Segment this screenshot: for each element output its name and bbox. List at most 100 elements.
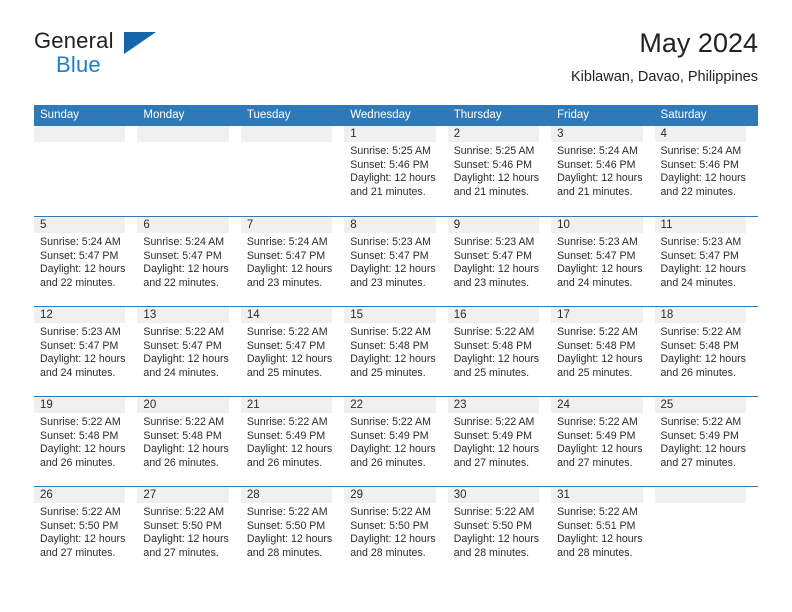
daylight-text-cont: and 27 minutes.: [557, 456, 633, 469]
day-cell-26[interactable]: 26 Sunrise: 5:22 AM Sunset: 5:50 PM Dayligh…: [34, 487, 137, 576]
day-number-band: 1: [344, 126, 436, 142]
daylight-text-cont: and 26 minutes.: [40, 456, 116, 469]
sunrise-text: Sunrise: 5:22 AM: [660, 416, 742, 428]
day-number: 4: [660, 128, 667, 140]
sunrise-text: Sunrise: 5:22 AM: [557, 506, 638, 518]
day-cell-5[interactable]: 5 Sunrise: 5:24 AM Sunset: 5:47 PM Daylight…: [34, 217, 137, 306]
day-cell-24[interactable]: 24 Sunrise: 5:22 AM Sunset: 5:49 PM Dayligh…: [551, 397, 654, 486]
daylight-text: Daylight: 12 hours: [350, 263, 436, 276]
sunset-text: Sunset: 5:46 PM: [453, 158, 533, 171]
day-cell-2[interactable]: 2 Sunrise: 5:25 AM Sunset: 5:46 PM Daylight…: [447, 126, 551, 216]
daylight-text-cont: and 28 minutes.: [557, 546, 633, 559]
sunset-text: Sunset: 5:46 PM: [557, 158, 636, 171]
day-cell-7[interactable]: 7 Sunrise: 5:24 AM Sunset: 5:47 PM Daylight…: [240, 217, 344, 306]
day-cell-12[interactable]: 12 Sunrise: 5:23 AM Sunset: 5:47 PM Dayligh…: [34, 307, 137, 396]
day-details: [137, 142, 234, 145]
sunrise-text: Sunrise: 5:22 AM: [143, 416, 225, 428]
day-number-band: 19: [34, 397, 126, 413]
day-cell-23[interactable]: 23 Sunrise: 5:22 AM Sunset: 5:49 PM Dayligh…: [447, 397, 551, 486]
day-cell-21[interactable]: 21 Sunrise: 5:22 AM Sunset: 5:49 PM Dayligh…: [240, 397, 344, 486]
day-cell-15[interactable]: 15 Sunrise: 5:22 AM Sunset: 5:48 PM Dayligh…: [344, 307, 447, 396]
day-cell-6[interactable]: 6 Sunrise: 5:24 AM Sunset: 5:47 PM Daylight…: [137, 217, 240, 306]
day-number: 6: [143, 219, 150, 231]
day-cell-3[interactable]: 3 Sunrise: 5:24 AM Sunset: 5:46 PM Daylight…: [551, 126, 654, 216]
day-number: 7: [246, 219, 254, 231]
daylight-text-cont: and 23 minutes.: [246, 276, 323, 289]
day-cell-30[interactable]: 30 Sunrise: 5:22 AM Sunset: 5:50 PM Dayligh…: [447, 487, 551, 576]
page-header: General Blue May 2024 Kiblawan, Davao, P…: [34, 26, 758, 98]
daylight-text: Daylight: 12 hours: [246, 443, 333, 456]
sunset-text: Sunset: 5:47 PM: [40, 339, 119, 352]
day-cell-empty: [34, 126, 137, 216]
day-number-band: 16: [447, 307, 540, 323]
day-cell-14[interactable]: 14 Sunrise: 5:22 AM Sunset: 5:47 PM Dayligh…: [240, 307, 344, 396]
daylight-text: Daylight: 12 hours: [453, 533, 540, 546]
daylight-text-cont: and 28 minutes.: [350, 546, 426, 559]
day-cell-11[interactable]: 11 Sunrise: 5:23 AM Sunset: 5:47 PM Dayligh…: [654, 217, 758, 306]
sunset-text: Sunset: 5:48 PM: [660, 339, 739, 352]
day-cell-27[interactable]: 27 Sunrise: 5:22 AM Sunset: 5:50 PM Dayligh…: [137, 487, 240, 576]
sunset-text: Sunset: 5:47 PM: [557, 249, 636, 262]
day-cell-9[interactable]: 9 Sunrise: 5:23 AM Sunset: 5:47 PM Daylight…: [447, 217, 551, 306]
daylight-text-cont: and 22 minutes.: [40, 276, 116, 289]
calendar-week-row: 5 Sunrise: 5:24 AM Sunset: 5:47 PM Daylight…: [34, 216, 758, 306]
day-cell-19[interactable]: 19 Sunrise: 5:22 AM Sunset: 5:48 PM Dayligh…: [34, 397, 137, 486]
sunset-text: Sunset: 5:47 PM: [350, 249, 429, 262]
daylight-text: Daylight: 12 hours: [246, 263, 333, 276]
day-number: 24: [557, 399, 570, 411]
day-cell-13[interactable]: 13 Sunrise: 5:22 AM Sunset: 5:47 PM Dayligh…: [137, 307, 240, 396]
daylight-text: Daylight: 12 hours: [557, 353, 643, 366]
day-cell-22[interactable]: 22 Sunrise: 5:22 AM Sunset: 5:49 PM Dayligh…: [344, 397, 447, 486]
day-cell-18[interactable]: 18 Sunrise: 5:22 AM Sunset: 5:48 PM Dayligh…: [654, 307, 758, 396]
daylight-text: Daylight: 12 hours: [557, 443, 643, 456]
day-cell-1[interactable]: 1 Sunrise: 5:25 AM Sunset: 5:46 PM Daylight…: [344, 126, 447, 216]
sunrise-text: Sunrise: 5:25 AM: [453, 145, 535, 157]
day-number: 26: [40, 489, 53, 501]
daylight-text-cont: and 24 minutes.: [40, 366, 116, 379]
day-number: 1: [350, 128, 357, 140]
day-cell-25[interactable]: 25 Sunrise: 5:22 AM Sunset: 5:49 PM Dayligh…: [654, 397, 758, 486]
daylight-text-cont: and 24 minutes.: [143, 366, 219, 379]
day-details: Sunrise: 5:24 AM Sunset: 5:46 PM Daylight:…: [551, 142, 648, 199]
day-cell-4[interactable]: 4 Sunrise: 5:24 AM Sunset: 5:46 PM Daylight…: [654, 126, 758, 216]
day-cell-16[interactable]: 16 Sunrise: 5:22 AM Sunset: 5:48 PM Dayligh…: [447, 307, 551, 396]
sunrise-text: Sunrise: 5:22 AM: [246, 506, 328, 518]
day-details: Sunrise: 5:23 AM Sunset: 5:47 PM Daylight:…: [344, 233, 441, 290]
weekday-header-thursday: Thursday: [453, 109, 502, 121]
day-details: Sunrise: 5:22 AM Sunset: 5:47 PM Daylight:…: [137, 323, 234, 380]
day-cell-29[interactable]: 29 Sunrise: 5:22 AM Sunset: 5:50 PM Dayligh…: [344, 487, 447, 576]
day-number: 3: [557, 128, 564, 140]
daylight-text: Daylight: 12 hours: [453, 172, 540, 185]
day-details: Sunrise: 5:22 AM Sunset: 5:49 PM Daylight:…: [241, 413, 338, 470]
daylight-text: Daylight: 12 hours: [143, 533, 229, 546]
daylight-text: Daylight: 12 hours: [350, 172, 436, 185]
sunrise-text: Sunrise: 5:22 AM: [40, 416, 121, 428]
daylight-text: Daylight: 12 hours: [350, 533, 436, 546]
sunrise-text: Sunrise: 5:25 AM: [350, 145, 431, 157]
day-cell-20[interactable]: 20 Sunrise: 5:22 AM Sunset: 5:48 PM Dayligh…: [137, 397, 240, 486]
day-cell-17[interactable]: 17 Sunrise: 5:22 AM Sunset: 5:48 PM Dayligh…: [551, 307, 654, 396]
daylight-text-cont: and 25 minutes.: [557, 366, 633, 379]
day-number-band: 6: [137, 217, 229, 233]
daylight-text-cont: and 28 minutes.: [453, 546, 530, 559]
day-number-band: 9: [447, 217, 540, 233]
day-cell-28[interactable]: 28 Sunrise: 5:22 AM Sunset: 5:50 PM Dayligh…: [240, 487, 344, 576]
day-cell-8[interactable]: 8 Sunrise: 5:23 AM Sunset: 5:47 PM Daylight…: [344, 217, 447, 306]
daylight-text-cont: and 25 minutes.: [350, 366, 426, 379]
page-subtitle: Kiblawan, Davao, Philippines: [571, 69, 758, 85]
sunrise-text: Sunrise: 5:22 AM: [246, 326, 328, 338]
day-number-band: 18: [654, 307, 746, 323]
day-number: 25: [660, 399, 674, 411]
weekday-header-friday: Friday: [557, 109, 590, 121]
day-number: 16: [453, 309, 467, 321]
calendar-week-row: 12 Sunrise: 5:23 AM Sunset: 5:47 PM Dayligh…: [34, 306, 758, 396]
day-cell-10[interactable]: 10 Sunrise: 5:23 AM Sunset: 5:47 PM Dayligh…: [551, 217, 654, 306]
day-cell-31[interactable]: 31 Sunrise: 5:22 AM Sunset: 5:51 PM Dayligh…: [551, 487, 654, 576]
sunrise-text: Sunrise: 5:22 AM: [557, 416, 638, 428]
daylight-text: Daylight: 12 hours: [40, 263, 126, 276]
daylight-text-cont: and 21 minutes.: [453, 185, 530, 198]
brand-logo[interactable]: General Blue: [34, 26, 164, 82]
daylight-text: Daylight: 12 hours: [143, 443, 229, 456]
calendar-week-row: 26 Sunrise: 5:22 AM Sunset: 5:50 PM Dayligh…: [34, 486, 758, 576]
daylight-text-cont: and 21 minutes.: [557, 185, 633, 198]
